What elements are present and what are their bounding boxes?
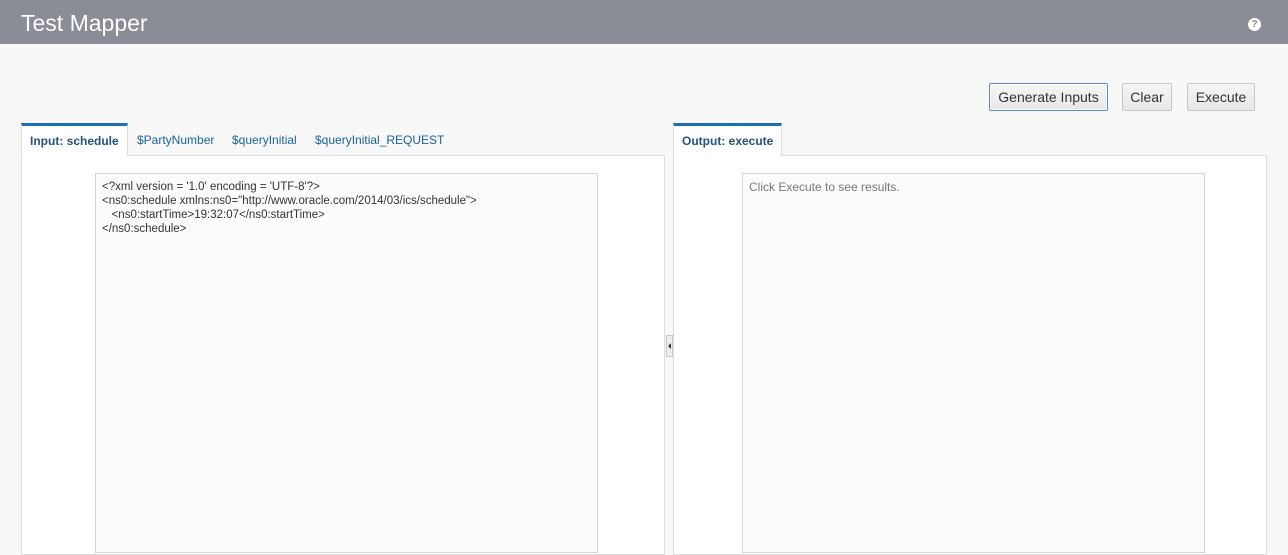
execute-button[interactable]: Execute <box>1187 83 1255 111</box>
tab-input-schedule[interactable]: Input: schedule <box>21 123 128 156</box>
tab-output-execute[interactable]: Output: execute <box>673 123 783 156</box>
page-title: Test Mapper <box>21 10 148 36</box>
collapse-left-icon <box>668 343 671 349</box>
clear-button[interactable]: Clear <box>1122 83 1172 111</box>
input-xml-editor[interactable]: <?xml version = '1.0' encoding = 'UTF-8'… <box>95 173 598 553</box>
tab-party-number[interactable]: $PartyNumber <box>137 123 214 156</box>
tab-query-initial[interactable]: $queryInitial <box>232 123 297 156</box>
output-results-area[interactable]: Click Execute to see results. <box>742 173 1205 553</box>
app-header: Test Mapper ? <box>0 0 1288 44</box>
panel-splitter[interactable] <box>666 335 673 357</box>
help-icon[interactable]: ? <box>1248 18 1261 31</box>
tab-query-initial-request[interactable]: $queryInitial_REQUEST <box>315 123 444 156</box>
generate-inputs-button[interactable]: Generate Inputs <box>989 83 1108 111</box>
